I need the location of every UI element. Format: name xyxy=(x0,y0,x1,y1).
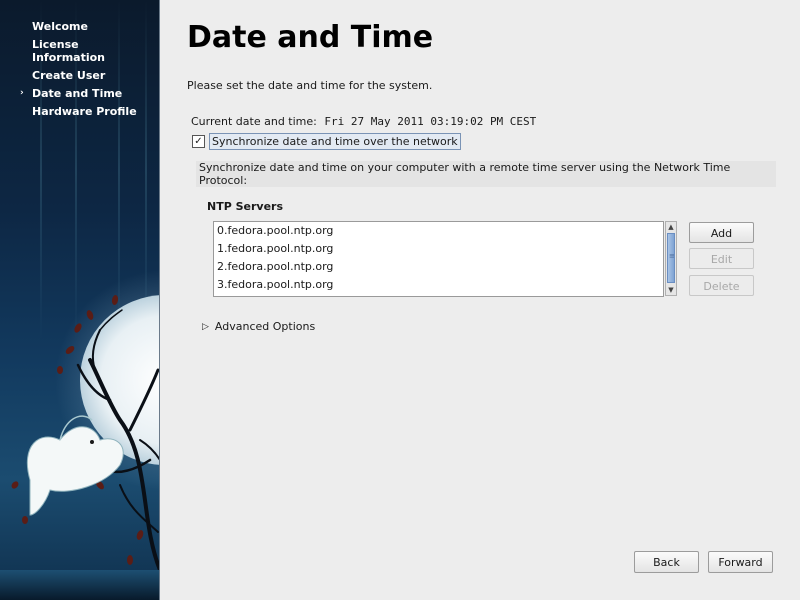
sync-network-checkbox-row[interactable]: ✓ Synchronize date and time over the net… xyxy=(192,133,461,150)
add-server-button[interactable]: Add xyxy=(689,222,754,243)
ntp-servers-heading: NTP Servers xyxy=(207,200,284,213)
sidebar-item-license-information: License Information xyxy=(0,38,160,64)
chevron-down-icon[interactable]: ▼ xyxy=(666,285,676,295)
triangle-right-icon[interactable]: ▷ xyxy=(202,322,209,332)
advanced-options-expander[interactable]: ▷ Advanced Options xyxy=(202,320,315,333)
current-date-row: Current date and time: Fri 27 May 2011 0… xyxy=(191,115,536,128)
sidebar-item-label: Create User xyxy=(32,69,106,82)
current-date-label: Current date and time: xyxy=(191,115,317,128)
page-title: Date and Time xyxy=(187,20,434,55)
ntp-server-list[interactable]: 0.fedora.pool.ntp.org 1.fedora.pool.ntp.… xyxy=(213,221,664,297)
sidebar-item-label: Date and Time xyxy=(32,87,123,100)
list-item[interactable]: 0.fedora.pool.ntp.org xyxy=(214,222,663,240)
main-panel: Date and Time Please set the date and ti… xyxy=(160,0,800,600)
sidebar-item-label: License Information xyxy=(32,38,105,64)
list-item[interactable]: 3.fedora.pool.ntp.org xyxy=(214,276,663,294)
sync-description: Synchronize date and time on your comput… xyxy=(196,161,776,187)
ground xyxy=(0,570,160,600)
sync-network-label[interactable]: Synchronize date and time over the netwo… xyxy=(209,133,461,150)
back-button[interactable]: Back xyxy=(634,551,699,573)
sidebar-item-label: Hardware Profile xyxy=(32,105,137,118)
sidebar-item-create-user: Create User xyxy=(0,69,160,82)
grip-icon: ≡ xyxy=(669,252,675,260)
sidebar-item-welcome: Welcome xyxy=(0,20,160,33)
intro-text: Please set the date and time for the sys… xyxy=(187,79,433,92)
current-step-arrow-icon: › xyxy=(20,88,24,98)
current-date-value: Fri 27 May 2011 03:19:02 PM CEST xyxy=(324,115,537,128)
scrollbar-thumb[interactable]: ≡ xyxy=(667,233,675,283)
server-list-scrollbar[interactable]: ▲ ≡ ▼ xyxy=(665,221,677,296)
advanced-options-label[interactable]: Advanced Options xyxy=(215,320,315,333)
list-item[interactable]: 1.fedora.pool.ntp.org xyxy=(214,240,663,258)
list-item[interactable]: 2.fedora.pool.ntp.org xyxy=(214,258,663,276)
sidebar-steps: Welcome License Information Create User … xyxy=(0,20,160,123)
moon-bird-artwork xyxy=(0,270,160,600)
chevron-up-icon[interactable]: ▲ xyxy=(666,222,676,232)
sidebar-item-hardware-profile: Hardware Profile xyxy=(0,105,160,118)
sidebar: Welcome License Information Create User … xyxy=(0,0,160,600)
sidebar-item-date-and-time: › Date and Time xyxy=(0,87,160,100)
delete-server-button[interactable]: Delete xyxy=(689,275,754,296)
sync-network-checkbox[interactable]: ✓ xyxy=(192,135,205,148)
sidebar-item-label: Welcome xyxy=(32,20,88,33)
edit-server-button[interactable]: Edit xyxy=(689,248,754,269)
forward-button[interactable]: Forward xyxy=(708,551,773,573)
